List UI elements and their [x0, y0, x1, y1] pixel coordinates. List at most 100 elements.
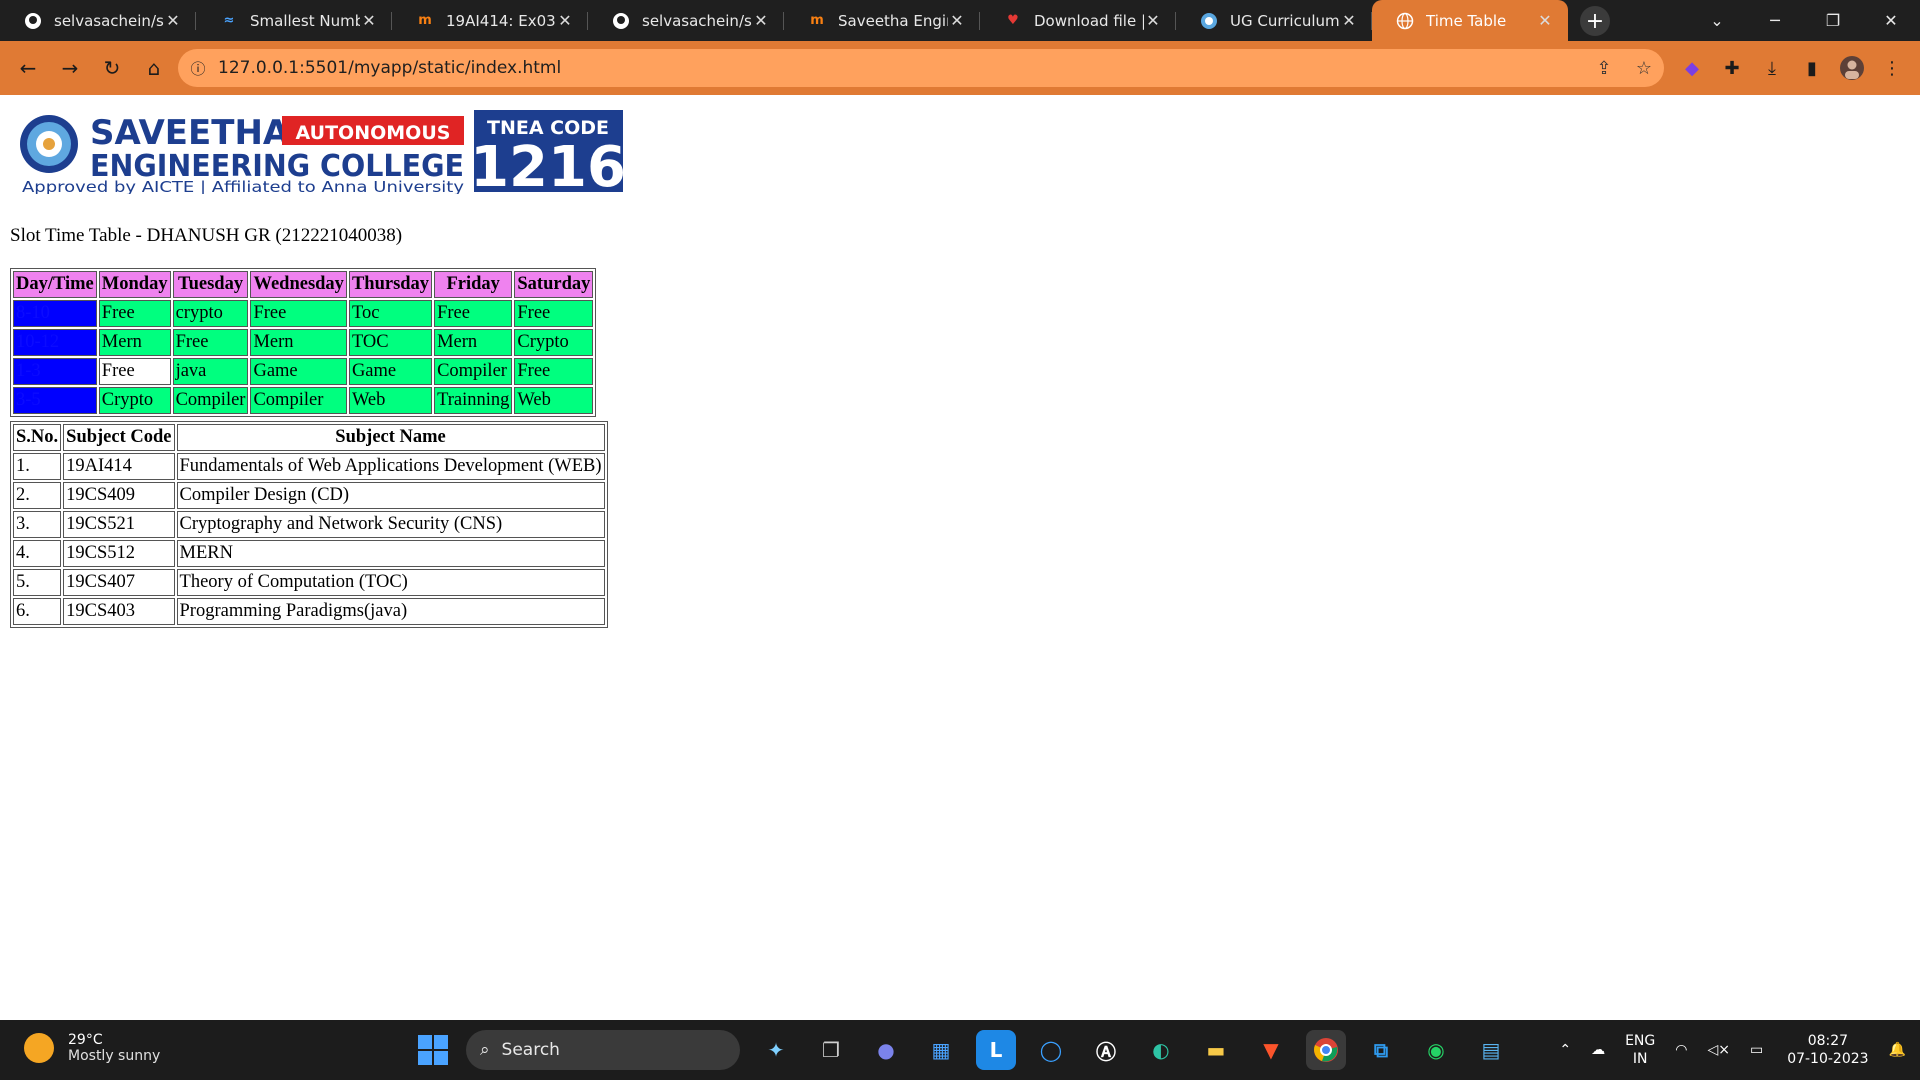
browser-tab[interactable]: selvasachein/slot ✕ [588, 0, 784, 41]
puzzle-icon[interactable]: ✚ [1712, 49, 1752, 87]
class-cell: crypto [172, 300, 249, 327]
class-cell: Web [514, 387, 594, 414]
close-icon[interactable]: ✕ [1340, 11, 1358, 30]
header-cell: S.No. [13, 424, 62, 451]
back-icon[interactable]: ← [8, 48, 48, 88]
whatsapp-icon[interactable]: ◉ [1416, 1030, 1456, 1070]
site-info-icon[interactable]: ⓘ [178, 58, 218, 79]
class-cell: Trainning [434, 387, 513, 414]
volume-muted-icon[interactable]: ◁× [1707, 1041, 1730, 1059]
class-cell: Crypto [514, 329, 594, 356]
side-panel-icon[interactable]: ▮ [1792, 49, 1832, 87]
header-cell: Monday [98, 271, 171, 298]
store-icon[interactable]: ▦ [921, 1030, 961, 1070]
windows-start-icon[interactable] [418, 1035, 448, 1065]
clock-time: 08:27 [1807, 1033, 1849, 1049]
close-icon[interactable]: ✕ [360, 11, 378, 30]
restore-icon[interactable]: ❐ [1804, 11, 1862, 30]
home-icon[interactable]: ⌂ [134, 48, 174, 88]
extension-icon[interactable]: ◆ [1672, 49, 1712, 87]
tab-title: Smallest Number [250, 11, 360, 30]
header-cell: Subject Name [176, 424, 605, 451]
weather-temp: 29°C [68, 1032, 103, 1048]
heart-icon: ♥ [1007, 13, 1019, 28]
chevron-up-icon[interactable]: ⌃ [1559, 1041, 1571, 1059]
wifi-icon[interactable]: ◠ [1675, 1041, 1687, 1059]
url-text[interactable]: 127.0.0.1:5501/myapp/static/index.html [218, 58, 1584, 78]
chrome-icon[interactable] [1306, 1030, 1346, 1070]
profile-avatar[interactable] [1832, 49, 1872, 87]
copilot-icon[interactable]: ✦ [756, 1030, 796, 1070]
new-tab-button[interactable]: + [1580, 6, 1610, 36]
subject-name-cell: MERN [176, 540, 605, 567]
weather-widget[interactable]: 29°C Mostly sunny [24, 1032, 160, 1064]
forward-icon[interactable]: → [50, 48, 90, 88]
browser-toolbar: ← → ↻ ⌂ ⓘ 127.0.0.1:5501/myapp/static/in… [0, 41, 1920, 95]
subject-name-cell: Programming Paradigms(java) [176, 598, 605, 625]
close-icon[interactable]: ✕ [1536, 11, 1554, 30]
subjects-table: S.No. Subject Code Subject Name 1. 19AI4… [10, 421, 608, 628]
weather-sun-icon [24, 1033, 54, 1063]
logo-line1: SAVEETHA [90, 113, 290, 153]
taskbar-search[interactable]: ⌕ Search [466, 1030, 740, 1070]
l-app-icon[interactable]: L [976, 1030, 1016, 1070]
college-emblem-icon [20, 115, 78, 173]
tab-title: UG Curriculum - [1230, 11, 1340, 30]
tab-search-icon[interactable]: ⌄ [1688, 11, 1746, 30]
minimize-icon[interactable]: ─ [1746, 11, 1804, 30]
class-cell: Free [98, 300, 171, 327]
menu-icon[interactable]: ⋮ [1872, 49, 1912, 87]
onedrive-icon[interactable]: ☁ [1591, 1041, 1605, 1059]
bookmark-star-icon[interactable]: ☆ [1624, 58, 1664, 79]
timetable-row: 10-12 Mern Free Mern TOC Mern Crypto [13, 329, 594, 356]
browser-tab[interactable]: selvasachein/sim ✕ [0, 0, 196, 41]
battery-icon[interactable]: ▭ [1750, 1041, 1763, 1059]
system-tray: ⌃ ☁ ENG IN ◠ ◁× ▭ 08:27 07-10-2023 🔔 [1549, 1020, 1920, 1080]
teams-chat-icon[interactable]: ● [866, 1030, 906, 1070]
clock[interactable]: 08:27 07-10-2023 [1787, 1032, 1868, 1068]
browser-tab[interactable]: ♥ Download file | il ✕ [980, 0, 1176, 41]
browser-tab-active[interactable]: Time Table ✕ [1372, 0, 1568, 41]
subjects-header-row: S.No. Subject Code Subject Name [13, 424, 605, 451]
page-title: Slot Time Table - DHANUSH GR (2122210400… [10, 225, 403, 246]
browser-tab[interactable]: m Saveetha Engine ✕ [784, 0, 980, 41]
brave-icon[interactable]: ▼ [1251, 1030, 1291, 1070]
subject-name-cell: Fundamentals of Web Applications Develop… [176, 453, 605, 480]
browser-tab[interactable]: ≈ Smallest Number ✕ [196, 0, 392, 41]
class-cell: Compiler [434, 358, 513, 385]
serial-cell: 5. [13, 569, 62, 596]
address-bar[interactable]: ⓘ 127.0.0.1:5501/myapp/static/index.html… [178, 49, 1664, 87]
vscode-icon[interactable]: ⧉ [1361, 1030, 1401, 1070]
language-indicator[interactable]: ENG IN [1625, 1032, 1655, 1068]
subject-name-cell: Cryptography and Network Security (CNS) [176, 511, 605, 538]
close-icon[interactable]: ✕ [164, 11, 182, 30]
class-cell: Free [514, 358, 594, 385]
time-slot-cell: 3-5 [13, 387, 97, 414]
share-icon[interactable]: ⇪ [1584, 58, 1624, 79]
browser-tab[interactable]: m 19AI414: Ex03 : S ✕ [392, 0, 588, 41]
download-icon[interactable]: ⤓ [1752, 49, 1792, 87]
class-cell: Compiler [172, 387, 249, 414]
code-cell: 19CS409 [63, 482, 175, 509]
close-icon[interactable]: ✕ [752, 11, 770, 30]
notepad-icon[interactable]: ▤ [1471, 1030, 1511, 1070]
moodle-icon: m [810, 13, 824, 28]
clock-date: 07-10-2023 [1787, 1051, 1869, 1067]
code-cell: 19CS407 [63, 569, 175, 596]
reload-icon[interactable]: ↻ [92, 48, 132, 88]
close-icon[interactable]: ✕ [1144, 11, 1162, 30]
file-explorer-icon[interactable]: ▬ [1196, 1030, 1236, 1070]
windows-taskbar: 29°C Mostly sunny ⌕ Search ✦ ❐ ● ▦ L ◯ Ⓐ… [0, 1020, 1920, 1080]
edge-icon[interactable]: ◐ [1141, 1030, 1181, 1070]
close-icon[interactable]: ✕ [948, 11, 966, 30]
close-icon[interactable]: ✕ [556, 11, 574, 30]
app-store-icon[interactable]: Ⓐ [1086, 1030, 1126, 1070]
class-cell: Web [348, 387, 433, 414]
cortana-icon[interactable]: ◯ [1031, 1030, 1071, 1070]
table-row: 2. 19CS409 Compiler Design (CD) [13, 482, 605, 509]
browser-tab[interactable]: UG Curriculum - ✕ [1176, 0, 1372, 41]
notification-bell-icon[interactable]: 🔔 [1889, 1041, 1906, 1059]
close-window-icon[interactable]: ✕ [1862, 11, 1920, 30]
task-view-icon[interactable]: ❐ [811, 1030, 851, 1070]
timetable-row: 1-3 Free java Game Game Compiler Free [13, 358, 594, 385]
